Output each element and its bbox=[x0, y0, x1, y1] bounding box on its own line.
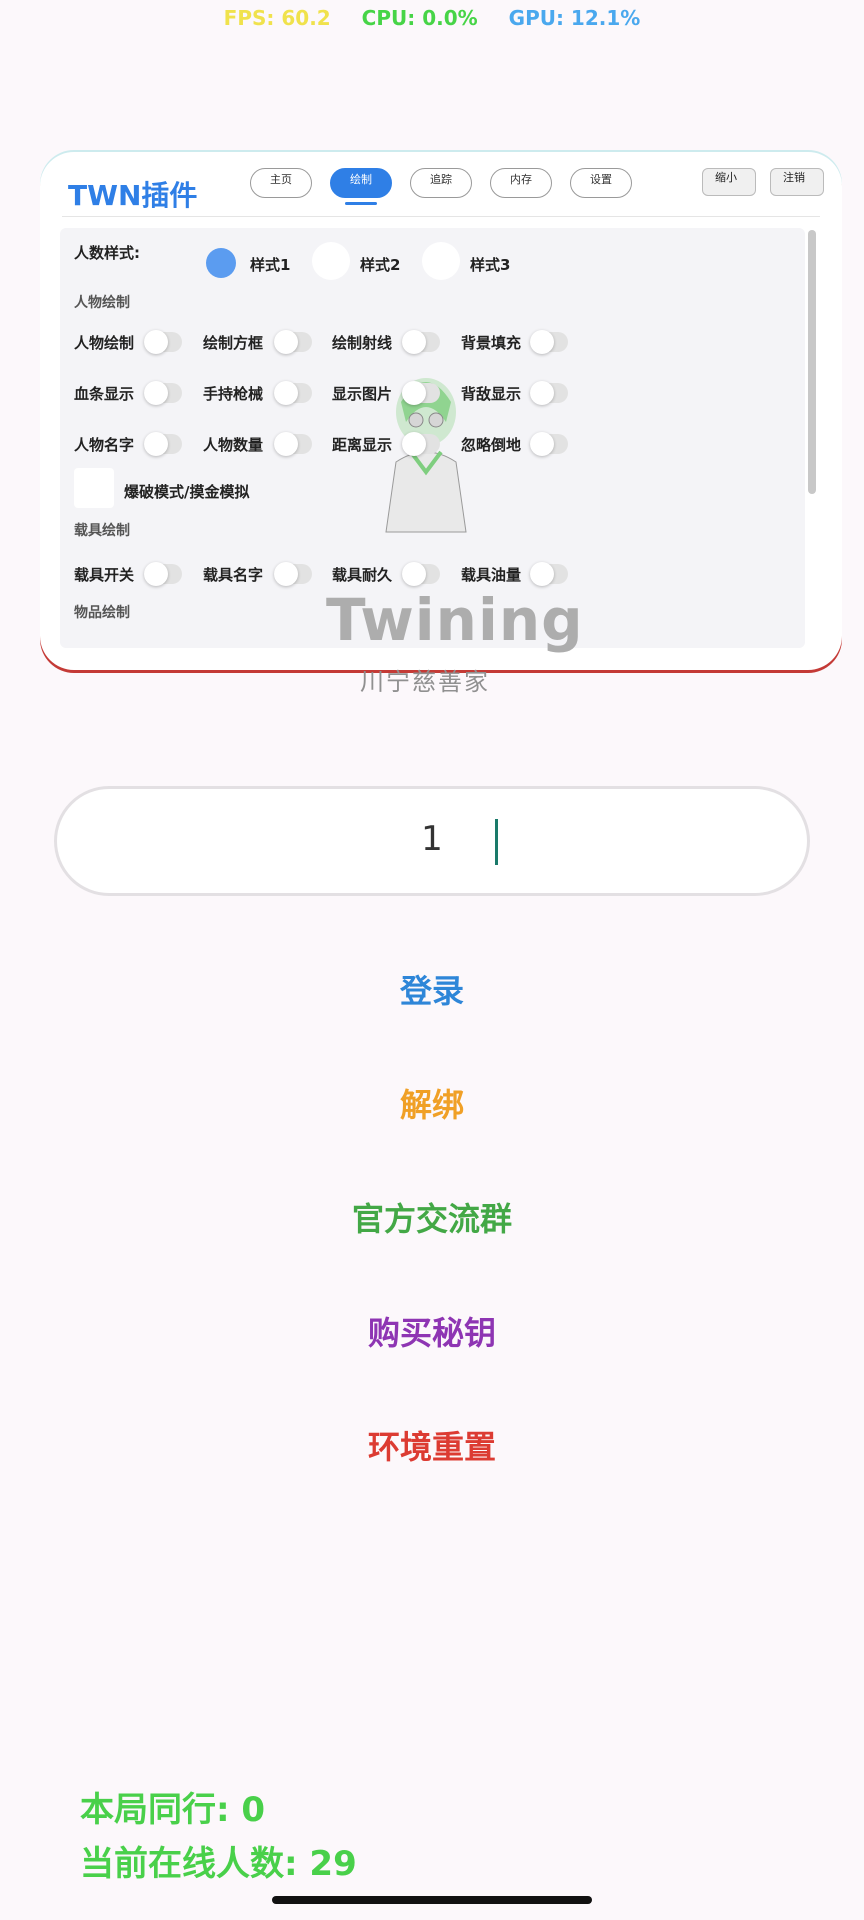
toggle-switch[interactable] bbox=[402, 432, 440, 456]
mode-checkbox[interactable] bbox=[74, 468, 114, 508]
toggle-label: 背敌显示 bbox=[461, 385, 522, 403]
tab-draw[interactable]: 绘制 bbox=[330, 168, 392, 198]
player-style-label: 人数样式: bbox=[74, 244, 140, 262]
unbind-button[interactable]: 解绑 bbox=[0, 1080, 864, 1126]
toggle-label: 载具开关 bbox=[74, 566, 135, 584]
toggle-label: 手持枪械 bbox=[203, 385, 264, 403]
section-vehicle: 载具绘制 bbox=[74, 523, 130, 539]
toggle-switch[interactable] bbox=[144, 330, 182, 354]
toggle-switch[interactable] bbox=[144, 432, 182, 456]
section-item: 物品绘制 bbox=[74, 605, 130, 621]
toggle-label: 忽略倒地 bbox=[461, 436, 522, 454]
section-person: 人物绘制 bbox=[74, 295, 130, 311]
toggle-label: 显示图片 bbox=[332, 385, 393, 403]
toggle-label: 绘制射线 bbox=[332, 334, 393, 352]
toggle-switch[interactable] bbox=[144, 562, 182, 586]
toggle-switch[interactable] bbox=[144, 381, 182, 405]
toggle-switch[interactable] bbox=[402, 330, 440, 354]
toggle-switch[interactable] bbox=[530, 562, 568, 586]
style1-label: 样式1 bbox=[250, 256, 291, 274]
toggle-switch[interactable] bbox=[274, 432, 312, 456]
mode-checkbox-label: 爆破模式/摸金模拟 bbox=[124, 483, 250, 501]
buy-key-button[interactable]: 购买秘钥 bbox=[0, 1308, 864, 1354]
logout-button[interactable]: 注销 bbox=[770, 168, 824, 196]
tab-settings[interactable]: 设置 bbox=[570, 168, 632, 198]
text-caret bbox=[495, 819, 498, 865]
gpu-readout: GPU: 12.1% bbox=[508, 6, 641, 30]
active-tab-indicator bbox=[345, 202, 377, 205]
toggle-label: 载具耐久 bbox=[332, 566, 393, 584]
toggle-switch[interactable] bbox=[274, 562, 312, 586]
style2-radio[interactable] bbox=[312, 242, 350, 280]
toggle-label: 绘制方框 bbox=[203, 334, 264, 352]
home-indicator[interactable] bbox=[272, 1896, 592, 1904]
style3-label: 样式3 bbox=[470, 256, 511, 274]
official-group-button[interactable]: 官方交流群 bbox=[0, 1194, 864, 1240]
key-input[interactable]: 1 bbox=[54, 786, 810, 896]
toggle-switch[interactable] bbox=[402, 562, 440, 586]
tab-home[interactable]: 主页 bbox=[250, 168, 312, 198]
login-button[interactable]: 登录 bbox=[0, 966, 864, 1012]
toggle-switch[interactable] bbox=[530, 381, 568, 405]
fps-readout: FPS: 60.2 bbox=[223, 6, 331, 30]
key-input-value: 1 bbox=[421, 819, 443, 859]
toggle-switch[interactable] bbox=[274, 330, 312, 354]
toggle-label: 血条显示 bbox=[74, 385, 135, 403]
watermark-subtitle: 川宁慈善家 bbox=[360, 668, 490, 696]
toggle-label: 背景填充 bbox=[461, 334, 522, 352]
online-count: 当前在线人数: 29 bbox=[80, 1844, 357, 1884]
toggle-switch[interactable] bbox=[274, 381, 312, 405]
toggle-label: 人物名字 bbox=[74, 436, 135, 454]
toggle-switch[interactable] bbox=[402, 381, 440, 405]
toggle-switch[interactable] bbox=[530, 432, 568, 456]
peers-count: 本局同行: 0 bbox=[80, 1790, 266, 1830]
watermark-title: Twining bbox=[326, 586, 584, 654]
cpu-readout: CPU: 0.0% bbox=[361, 6, 478, 30]
toggle-label: 人物绘制 bbox=[74, 334, 135, 352]
style3-radio[interactable] bbox=[422, 242, 460, 280]
reset-env-button[interactable]: 环境重置 bbox=[0, 1422, 864, 1468]
toggle-switch[interactable] bbox=[530, 330, 568, 354]
tab-memory[interactable]: 内存 bbox=[490, 168, 552, 198]
brand-title: TWN插件 bbox=[68, 179, 198, 212]
settings-content: 人数样式: 样式1 样式2 样式3 人物绘制 人物绘制 绘制方框 绘制射线 背景… bbox=[60, 228, 805, 648]
style2-label: 样式2 bbox=[360, 256, 401, 274]
style1-radio[interactable] bbox=[206, 248, 236, 278]
minimize-button[interactable]: 缩小 bbox=[702, 168, 756, 196]
toggle-label: 人物数量 bbox=[203, 436, 264, 454]
toggle-label: 载具名字 bbox=[203, 566, 264, 584]
content-scrollbar[interactable] bbox=[808, 230, 816, 494]
header-divider bbox=[62, 216, 820, 217]
tab-track[interactable]: 追踪 bbox=[410, 168, 472, 198]
perf-stats: FPS: 60.2 CPU: 0.0% GPU: 12.1% bbox=[0, 6, 864, 30]
toggle-label: 距离显示 bbox=[332, 436, 393, 454]
toggle-label: 载具油量 bbox=[461, 566, 522, 584]
